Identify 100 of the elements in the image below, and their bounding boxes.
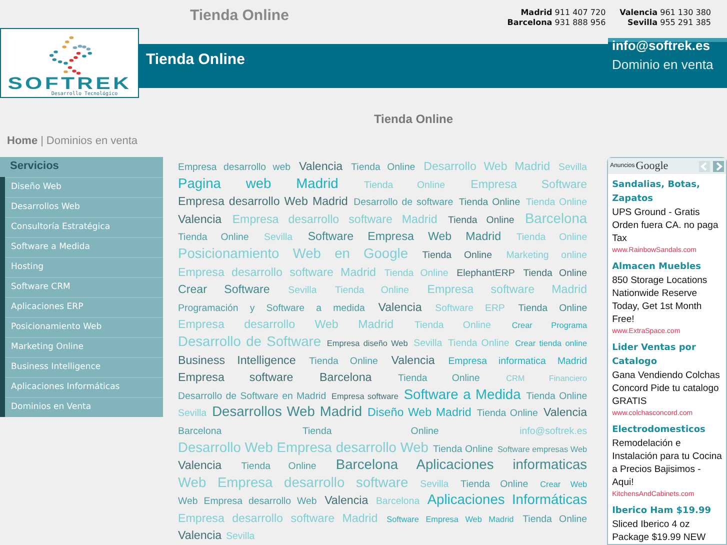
tag-link[interactable]: Valencia (378, 300, 422, 314)
tag-link[interactable]: Sevilla (420, 478, 449, 490)
sidebar-item[interactable]: Diseño Web (5, 177, 163, 197)
tag-link[interactable]: Desarrollo Web Madrid (424, 160, 550, 173)
tag-link[interactable]: Empresa desarrollo software Madrid (232, 212, 438, 226)
tag-link[interactable]: Valencia (391, 354, 435, 367)
tag-link[interactable]: Tienda Online (516, 232, 588, 244)
ad-title-link[interactable]: Electrodomesticos (612, 423, 724, 437)
home-link[interactable]: Home (7, 135, 38, 147)
tag-link[interactable]: Crear Software (178, 283, 270, 296)
tag-link[interactable]: Desarrollos Web Madrid (212, 404, 362, 420)
tag-link[interactable]: Valencia (299, 160, 343, 173)
tag-link[interactable]: Empresa desarrollo software Madrid (178, 266, 376, 279)
tag-link[interactable]: Barcelona (376, 496, 420, 508)
tag-link[interactable]: Tienda Online (364, 180, 446, 191)
tag-link[interactable]: Software ERP (435, 302, 505, 314)
tag-link[interactable]: Programación y Software a medida (178, 302, 365, 314)
tag-link[interactable]: Desarrollo Web Empresa desarrollo Web (178, 440, 428, 454)
sidebar-item[interactable]: Consultoría Estratégica (5, 217, 163, 237)
tag-link[interactable]: Sevilla (288, 285, 317, 296)
tag-link[interactable]: Tienda Online (432, 444, 493, 454)
tag-link[interactable]: Valencia (324, 494, 368, 508)
tag-link[interactable]: Web Empresa desarrollo Web (178, 496, 317, 508)
previous-arrow-icon[interactable] (699, 160, 710, 172)
tag-link[interactable]: Crear Programa (512, 321, 588, 330)
tag-link[interactable]: Empresa software Madrid (427, 283, 588, 296)
tag-link[interactable]: Valencia (178, 212, 222, 226)
sidebar-item[interactable]: Software CRM (5, 277, 163, 297)
sidebar-item[interactable]: Posicionamiento Web (5, 317, 163, 337)
ad-title-link[interactable]: Sandalias, Botas, Zapatos (612, 178, 724, 206)
tag-link[interactable]: Tienda Online (398, 373, 480, 384)
tag-link[interactable]: Software empresas Web (497, 444, 588, 454)
tag-link[interactable]: Empresa desarrollo Web Madrid (178, 318, 394, 332)
tag-link[interactable]: ElephantERP (456, 268, 515, 279)
tag-link[interactable]: info@softrek.es (520, 426, 588, 437)
tag-link[interactable]: Desarrollo de Software en Madrid (178, 390, 326, 402)
tag-link[interactable]: Desarrollo de software (354, 197, 454, 208)
tag-link[interactable]: Barcelona (524, 210, 588, 226)
tag-link[interactable]: Software a Medida (404, 386, 521, 402)
tag-link[interactable]: Tienda Online (178, 232, 249, 244)
tag-link[interactable]: Empresa software (178, 371, 294, 384)
tag-link[interactable]: Barcelona (178, 426, 222, 437)
sidebar-item[interactable]: Aplicaciones ERP (5, 297, 163, 317)
tag-link[interactable]: Crear tienda online (515, 338, 588, 348)
tag-link[interactable]: Web Empresa desarrollo software (178, 474, 408, 490)
tag-link[interactable]: Pagina web Madrid (178, 176, 338, 191)
tag-link[interactable]: Empresa desarrollo Web Madrid (178, 195, 348, 208)
tag-link[interactable]: Valencia (543, 406, 588, 420)
tag-link[interactable]: Tienda Online (448, 214, 514, 226)
tag-link[interactable]: Sevilla (226, 531, 255, 542)
tag-link[interactable]: Empresa desarrollo web (178, 162, 291, 173)
tag-link[interactable]: Empresa software (332, 392, 398, 401)
tag-link[interactable]: Barcelona (320, 371, 372, 384)
tag-link[interactable]: Empresa Software (470, 178, 588, 191)
tag-link[interactable]: Sevilla (558, 162, 588, 173)
sidebar-item[interactable]: Software a Medida (5, 237, 163, 257)
tag-link[interactable]: Empresa informatica Madrid (448, 356, 588, 367)
next-arrow-icon[interactable] (713, 160, 724, 172)
tag-link[interactable]: Business Intelligence (178, 354, 296, 367)
tag-link[interactable]: Empresa diseño Web (326, 338, 408, 348)
ad-title-link[interactable]: Lider Ventas por Catalogo (612, 341, 724, 369)
tag-link[interactable]: Posicionamiento Web en Google (178, 246, 408, 261)
sidebar-item[interactable]: Aplicaciones Informáticas (5, 377, 163, 397)
sidebar-item[interactable]: Business Intelligence (5, 357, 163, 377)
tag-link[interactable]: Tienda Online (522, 514, 588, 525)
tag-link[interactable]: Crear Web (540, 480, 588, 489)
tag-link[interactable]: CRM Financiero (506, 374, 588, 384)
tag-link[interactable]: Tienda Online (351, 162, 416, 173)
tag-link[interactable]: Barcelona Aplicaciones informaticas (336, 457, 588, 472)
tag-link[interactable]: Tienda Online (448, 338, 510, 349)
sidebar-item[interactable]: Dominios en Venta (5, 397, 163, 417)
tag-link[interactable]: Tienda Online (414, 320, 491, 332)
tag-link[interactable]: Tienda Online (526, 197, 588, 208)
tag-link[interactable]: Tienda Online (335, 285, 409, 296)
tag-link[interactable]: Tienda Online (302, 426, 439, 437)
tag-link[interactable]: Marketing online (506, 250, 588, 261)
tag-link[interactable]: Diseño Web Madrid (368, 406, 472, 420)
tag-link[interactable]: Tienda Online (523, 268, 588, 279)
tag-link[interactable]: Tienda Online (460, 478, 528, 490)
email-link[interactable]: info@softrek.es (612, 38, 727, 53)
tag-link[interactable]: Tienda Online (476, 408, 538, 420)
sidebar-item[interactable]: Hosting (5, 257, 163, 277)
tag-link[interactable]: Sevilla (414, 338, 442, 349)
tag-link[interactable]: Tienda Online (422, 250, 492, 261)
tag-link[interactable]: Tienda Online (458, 197, 520, 208)
sidebar-item[interactable]: Marketing Online (5, 337, 163, 357)
tag-link[interactable]: Aplicaciones Informáticas (427, 492, 588, 508)
tag-link[interactable]: Tienda Online (309, 356, 378, 367)
tag-link[interactable]: Software Empresa Web Madrid (386, 514, 514, 524)
ad-title-link[interactable]: Iberico Ham $19.99 (612, 504, 724, 518)
ad-title-link[interactable]: Almacen Muebles (612, 260, 724, 274)
tag-link[interactable]: Tienda Online (241, 461, 316, 472)
tag-link[interactable]: Desarrollo de Software (178, 334, 322, 349)
tag-link[interactable]: Tienda Online (518, 302, 588, 314)
sidebar-item[interactable]: Desarrollos Web (5, 197, 163, 217)
tag-link[interactable]: Valencia (178, 459, 222, 472)
tag-link[interactable]: Software Empresa Web Madrid (308, 230, 502, 244)
tag-link[interactable]: Sevilla (178, 408, 207, 420)
tag-link[interactable]: Tienda Online (526, 390, 588, 402)
tag-link[interactable]: Empresa desarrollo software Madrid (178, 512, 378, 525)
